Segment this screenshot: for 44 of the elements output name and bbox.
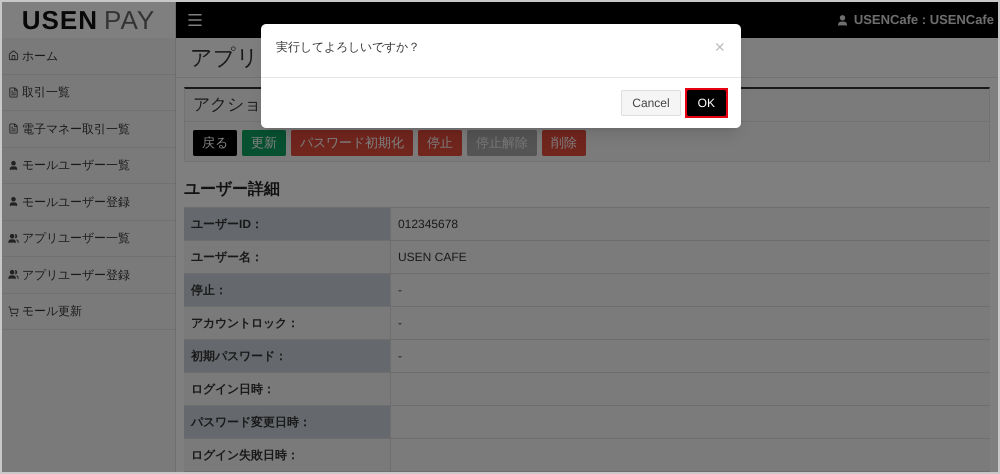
user-menu[interactable]: USENCafe : USENCafe: [836, 10, 994, 30]
users-icon: [8, 232, 19, 244]
action-button[interactable]: 削除: [542, 130, 586, 156]
menu-icon[interactable]: [186, 11, 204, 29]
page-title: アプリ: [190, 44, 259, 72]
dialog-button[interactable]: Cancel: [621, 90, 681, 116]
detail-label: 初期パスワード：: [184, 340, 390, 372]
sidebar-item[interactable]: 電子マネー取引一覧: [2, 111, 175, 148]
cart-icon: [8, 306, 19, 317]
sidebar-item[interactable]: モールユーザー登録: [2, 184, 175, 220]
dialog-message: 実行してよろしいですか？: [276, 39, 420, 56]
detail-label: ユーザーID：: [184, 208, 390, 240]
panel-title: アクショ: [193, 94, 261, 116]
sidebar-item[interactable]: アプリユーザー登録: [2, 257, 175, 294]
action-button[interactable]: 戻る: [193, 130, 237, 156]
action-button[interactable]: パスワード初期化: [291, 130, 413, 156]
dialog-button[interactable]: OK: [686, 90, 726, 116]
section-title: ユーザー詳細: [184, 179, 281, 200]
detail-value: -: [390, 340, 990, 372]
detail-value: USEN CAFE: [390, 241, 990, 273]
document-icon: [8, 123, 19, 134]
logo: USEN PAY: [2, 2, 175, 38]
detail-value: 012345678: [390, 208, 990, 240]
sidebar-item[interactable]: モールユーザー一覧: [2, 148, 175, 184]
user-icon: [836, 14, 849, 26]
action-button[interactable]: 停止: [418, 130, 462, 156]
user-icon: [8, 160, 19, 171]
detail-label: パスワード変更日時：: [184, 406, 390, 438]
detail-value: -: [390, 274, 990, 306]
detail-value: -: [390, 307, 990, 339]
users-icon: [8, 269, 19, 280]
detail-label: アカウントロック：: [184, 307, 390, 339]
detail-label: ログイン日時：: [184, 373, 390, 405]
sidebar-item[interactable]: モール更新: [2, 294, 175, 330]
sidebar-item[interactable]: 取引一覧: [2, 74, 175, 111]
detail-label: ログイン失敗日時：: [184, 439, 390, 471]
sidebar-item[interactable]: ホーム: [2, 38, 175, 74]
detail-label: ユーザー名：: [184, 241, 390, 273]
user-icon: [8, 196, 19, 208]
home-icon: [8, 50, 19, 62]
document-icon: [8, 86, 19, 98]
sidebar-item[interactable]: アプリユーザー一覧: [2, 220, 175, 257]
action-button[interactable]: 更新: [242, 130, 286, 156]
detail-label: 停止：: [184, 274, 390, 306]
